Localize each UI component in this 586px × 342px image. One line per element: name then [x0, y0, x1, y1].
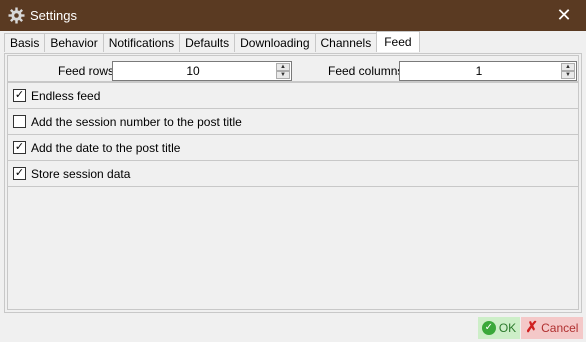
spin-down-icon[interactable]: ▼	[276, 71, 290, 79]
session-number-option[interactable]: Add the session number to the post title	[7, 108, 579, 135]
feed-rows-stepper[interactable]: 10 ▲ ▼	[112, 61, 292, 81]
tab-defaults[interactable]: Defaults	[179, 33, 236, 52]
tab-channels[interactable]: Channels	[314, 33, 378, 52]
feed-columns-stepper[interactable]: 1 ▲ ▼	[399, 61, 577, 81]
option-label: Add the date to the post title	[31, 141, 181, 155]
option-label: Endless feed	[31, 89, 101, 103]
store-session-data-option[interactable]: ✓ Store session data	[7, 160, 579, 187]
feed-columns-value[interactable]: 1	[400, 64, 558, 78]
close-icon[interactable]: ✕	[542, 0, 586, 31]
checkbox[interactable]: ✓	[13, 89, 26, 102]
tab-feed[interactable]: Feed	[376, 31, 420, 52]
tab-basis[interactable]: Basis	[4, 33, 46, 52]
tab-downloading[interactable]: Downloading	[234, 33, 316, 52]
spin-up-icon[interactable]: ▲	[561, 63, 575, 71]
spin-up-icon[interactable]: ▲	[276, 63, 290, 71]
title-bar: Settings ✕	[0, 0, 586, 31]
checkbox[interactable]: ✓	[13, 141, 26, 154]
checkbox[interactable]: ✓	[13, 167, 26, 180]
option-label: Store session data	[31, 167, 131, 181]
checkbox[interactable]	[13, 115, 26, 128]
feed-tab-panel: Feed rows 10 ▲ ▼ Feed columns 1 ▲ ▼ ✓ En…	[4, 53, 582, 313]
cross-icon: ✗	[525, 319, 539, 336]
feed-columns-spin: ▲ ▼	[561, 63, 575, 79]
tab-strip: Basis Behavior Notifications Defaults Do…	[4, 31, 420, 53]
ok-button[interactable]: ✓ OK	[478, 317, 520, 339]
feed-size-group: Feed rows 10 ▲ ▼ Feed columns 1 ▲ ▼	[7, 55, 579, 82]
ok-label: OK	[498, 321, 517, 335]
empty-panel-area	[7, 186, 579, 310]
gear-icon	[8, 7, 25, 24]
tab-behavior[interactable]: Behavior	[44, 33, 104, 52]
cancel-button[interactable]: ✗ Cancel	[521, 317, 583, 339]
feed-rows-value[interactable]: 10	[113, 64, 273, 78]
date-in-title-option[interactable]: ✓ Add the date to the post title	[7, 134, 579, 161]
settings-window: Settings ✕ Basis Behavior Notifications …	[0, 0, 586, 342]
tab-notifications[interactable]: Notifications	[102, 33, 181, 52]
endless-feed-option[interactable]: ✓ Endless feed	[7, 82, 579, 109]
feed-rows-spin: ▲ ▼	[276, 63, 290, 79]
check-circle-icon: ✓	[481, 321, 496, 335]
feed-columns-label: Feed columns	[328, 64, 404, 78]
cancel-label: Cancel	[541, 321, 579, 335]
window-title: Settings	[30, 8, 77, 23]
spin-down-icon[interactable]: ▼	[561, 71, 575, 79]
option-label: Add the session number to the post title	[31, 115, 242, 129]
feed-rows-label: Feed rows	[58, 64, 115, 78]
